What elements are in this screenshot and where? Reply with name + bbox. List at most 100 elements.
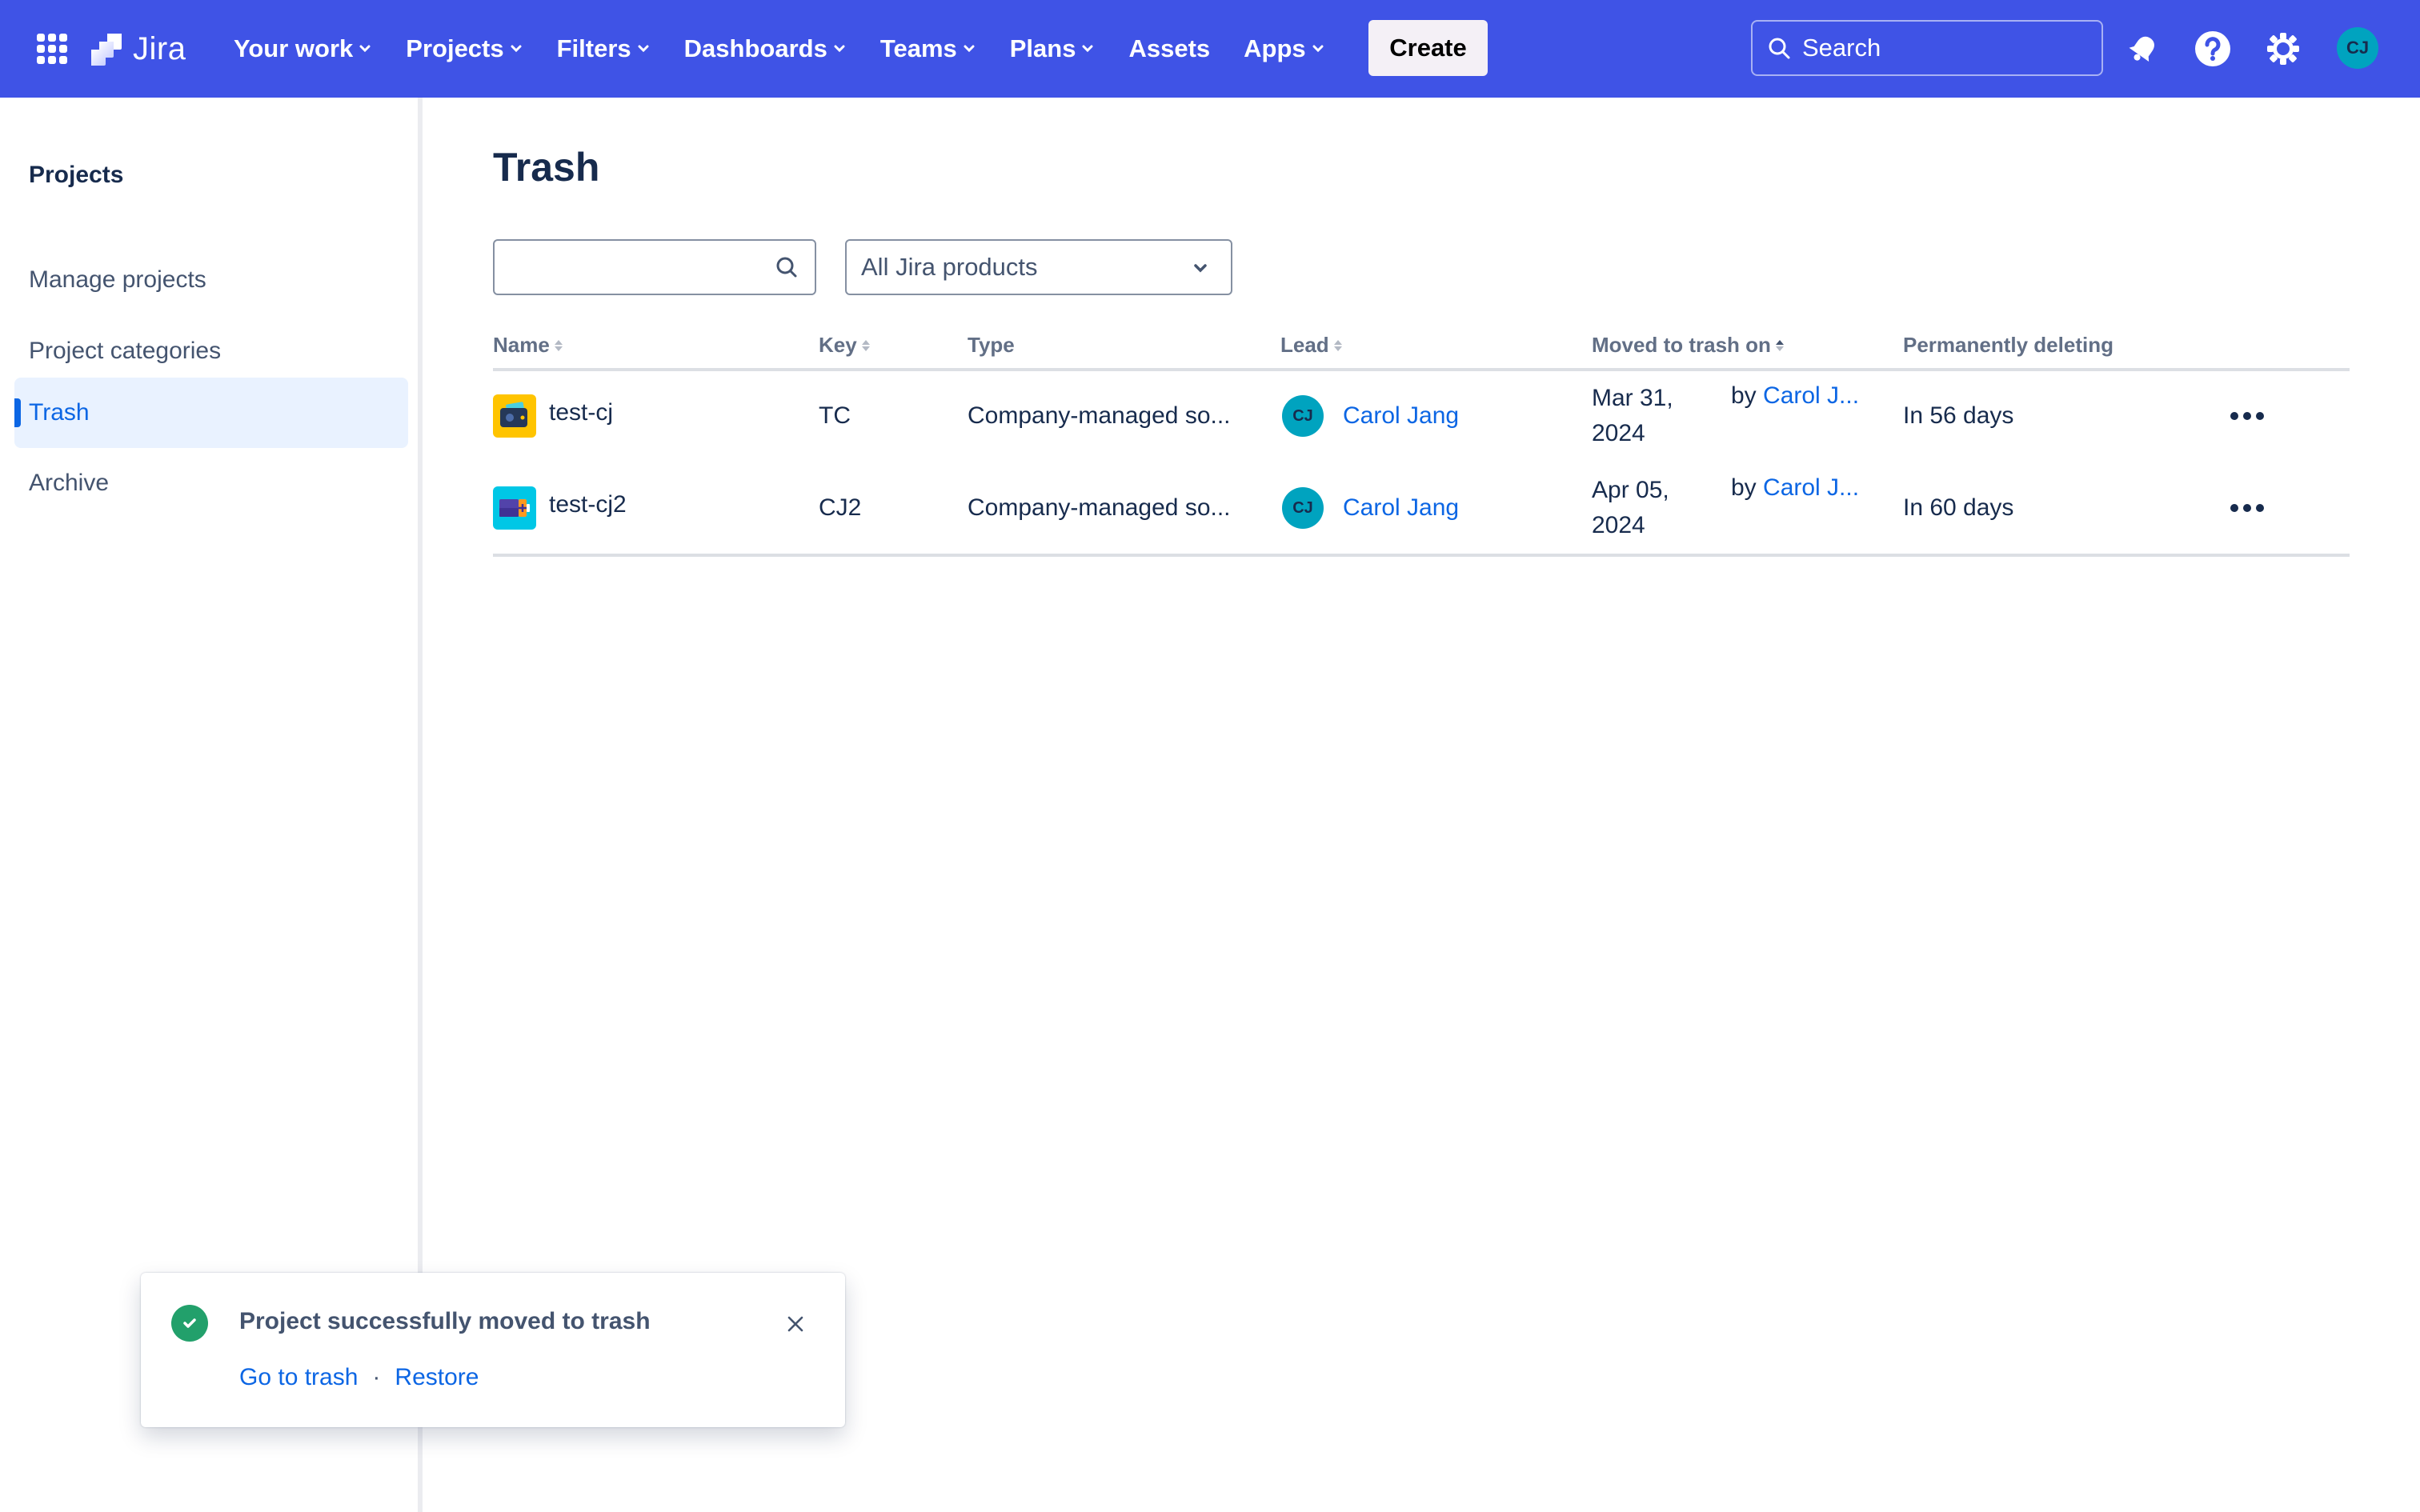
product-name: Jira xyxy=(133,30,186,66)
more-dot-icon xyxy=(2256,412,2264,420)
lead-avatar[interactable]: CJ xyxy=(1282,395,1324,437)
settings-button[interactable] xyxy=(2261,26,2306,71)
chevron-down-icon xyxy=(964,45,975,53)
column-label: Type xyxy=(968,333,1015,357)
help-icon xyxy=(2195,31,2230,66)
more-actions-button[interactable] xyxy=(2223,492,2271,524)
more-dot-icon xyxy=(2230,412,2238,420)
more-dot-icon xyxy=(2256,504,2264,512)
permanently-deleting: In 60 days xyxy=(1903,494,2014,521)
page-title: Trash xyxy=(493,145,600,190)
go-to-trash-link[interactable]: Go to trash xyxy=(239,1364,358,1391)
project-key: TC xyxy=(819,402,851,429)
more-actions-button[interactable] xyxy=(2223,400,2271,432)
user-avatar[interactable]: CJ xyxy=(2337,27,2378,69)
sidebar-item-label: Trash xyxy=(29,399,90,426)
chevron-down-icon xyxy=(511,45,522,53)
column-label: Name xyxy=(493,333,550,357)
moved-date: Apr 05, 2024 xyxy=(1592,463,1669,553)
sidebar-item-project-categories[interactable]: Project categories xyxy=(14,316,408,386)
more-dot-icon xyxy=(2243,504,2251,512)
nav-plans[interactable]: Plans xyxy=(1010,34,1096,63)
toast-actions: Go to trash · Restore xyxy=(239,1364,479,1391)
project-name-cell: test-cj2 xyxy=(493,463,627,553)
nav-teams[interactable]: Teams xyxy=(880,34,976,63)
success-toast: Project successfully moved to trash Go t… xyxy=(141,1273,845,1427)
more-dot-icon xyxy=(2230,504,2238,512)
project-name-cell: test-cj xyxy=(493,371,613,461)
restore-link[interactable]: Restore xyxy=(395,1364,479,1391)
moved-date-year: 2024 xyxy=(1592,420,1645,446)
sort-icon xyxy=(554,339,563,351)
sidebar-item-manage-projects[interactable]: Manage projects xyxy=(14,245,408,315)
nav-apps[interactable]: Apps xyxy=(1244,34,1325,63)
notifications-button[interactable] xyxy=(2121,26,2166,71)
nav-filters[interactable]: Filters xyxy=(557,34,651,63)
wallet-project-icon xyxy=(493,394,536,438)
toast-message: Project successfully moved to trash xyxy=(239,1308,651,1334)
nav-label: Teams xyxy=(879,34,957,62)
nav-label: Apps xyxy=(1244,34,1306,62)
nav-label: Plans xyxy=(1009,34,1076,62)
nav-assets[interactable]: Assets xyxy=(1128,34,1210,63)
nav-your-work[interactable]: Your work xyxy=(234,34,372,63)
app-switcher-icon[interactable] xyxy=(37,34,67,64)
sidebar-item-archive[interactable]: Archive xyxy=(14,448,408,518)
table-bottom-divider xyxy=(493,554,2350,557)
column-header-type: Type xyxy=(968,333,1015,358)
notifications-bell-icon xyxy=(2129,36,2154,62)
chevron-down-icon xyxy=(359,45,371,53)
nav-label: Filters xyxy=(556,34,631,62)
moved-date: Mar 31, 2024 xyxy=(1592,371,1673,461)
global-search-input[interactable]: Search xyxy=(1751,20,2103,76)
nav-label: Assets xyxy=(1128,34,1211,62)
trash-search-input[interactable] xyxy=(507,241,763,292)
nav-label: Dashboards xyxy=(683,34,827,62)
column-label: Lead xyxy=(1280,333,1329,357)
product-filter-select[interactable]: All Jira products xyxy=(845,239,1232,295)
project-key: CJ2 xyxy=(819,494,862,521)
lead-link[interactable]: Carol Jang xyxy=(1343,402,1459,430)
column-header-lead[interactable]: Lead xyxy=(1280,333,1342,358)
sort-icon xyxy=(861,339,870,351)
close-icon xyxy=(787,1316,803,1332)
moved-by-link[interactable]: Carol J... xyxy=(1763,382,1859,410)
project-name[interactable]: test-cj xyxy=(549,399,613,426)
lead-link[interactable]: Carol Jang xyxy=(1343,494,1459,522)
project-name[interactable]: test-cj2 xyxy=(549,491,627,518)
search-placeholder: Search xyxy=(1802,34,1881,62)
column-header-permanently-deleting: Permanently deleting xyxy=(1903,333,2113,358)
column-label: Permanently deleting xyxy=(1903,333,2113,357)
sort-icon xyxy=(1333,339,1342,351)
trash-search-field[interactable] xyxy=(493,239,816,295)
column-header-moved-to-trash-on[interactable]: Moved to trash on xyxy=(1592,333,1784,358)
sidebar-item-label: Project categories xyxy=(29,338,222,364)
sidebar-item-trash[interactable]: Trash xyxy=(14,378,408,448)
help-button[interactable] xyxy=(2190,26,2235,71)
search-icon xyxy=(1769,38,1790,59)
permanently-deleting: In 56 days xyxy=(1903,402,2014,429)
nav-label: Your work xyxy=(234,34,354,62)
product-filter-value: All Jira products xyxy=(861,253,1038,281)
search-icon xyxy=(776,257,797,278)
moved-date-line: Mar 31, xyxy=(1592,385,1673,411)
moved-by: by Carol J... xyxy=(1731,371,1859,461)
moved-by-link[interactable]: Carol J... xyxy=(1763,474,1859,502)
jira-logo-icon xyxy=(91,34,122,66)
column-header-name[interactable]: Name xyxy=(493,333,563,358)
nav-dashboards[interactable]: Dashboards xyxy=(684,34,847,63)
primary-nav: Your work Projects Filters Dashboards Te… xyxy=(234,0,1359,98)
column-header-key[interactable]: Key xyxy=(819,333,870,358)
chevron-down-icon xyxy=(1082,45,1093,53)
jira-home-link[interactable]: Jira xyxy=(90,29,186,69)
chevron-down-icon xyxy=(1312,45,1324,53)
nav-projects[interactable]: Projects xyxy=(406,34,523,63)
chevron-down-icon xyxy=(1194,264,1207,273)
toast-close-button[interactable] xyxy=(779,1308,811,1340)
actions-separator: · xyxy=(372,1364,381,1390)
lead-avatar[interactable]: CJ xyxy=(1282,487,1324,529)
row-actions-cell xyxy=(2223,463,2271,553)
project-lead-cell: CJ Carol Jang xyxy=(1282,371,1459,461)
create-button[interactable]: Create xyxy=(1368,20,1488,76)
moved-by-prefix: by xyxy=(1731,474,1757,501)
